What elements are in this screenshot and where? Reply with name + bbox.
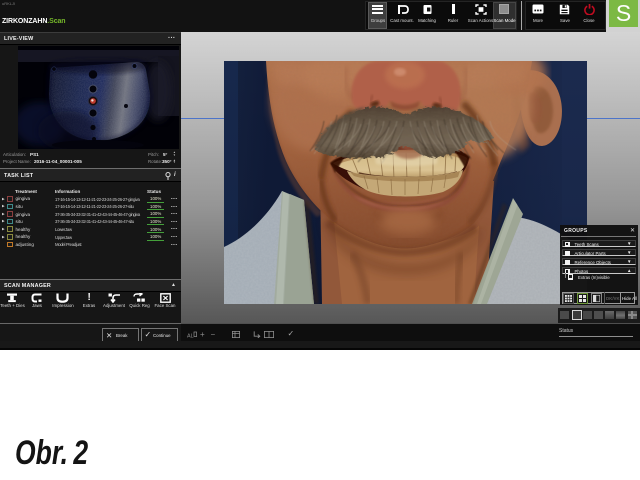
svg-text:AL: AL <box>187 333 194 339</box>
